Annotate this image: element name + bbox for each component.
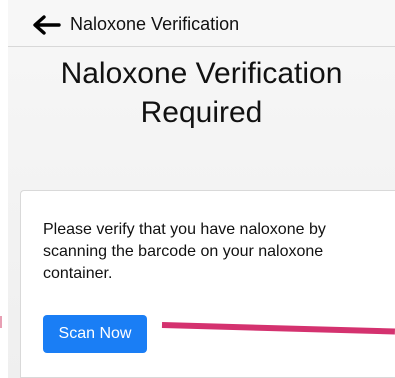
verification-message: Please verify that you have naloxone by … (43, 221, 326, 282)
annotation-edge-mark (0, 316, 2, 328)
verification-card: Please verify that you have naloxone by … (20, 190, 395, 378)
navigation-bar: Naloxone Verification (8, 0, 395, 47)
page-title: Naloxone Verification Required (60, 57, 343, 129)
nav-title: Naloxone Verification (70, 14, 240, 34)
scan-now-button[interactable]: Scan Now (43, 315, 147, 353)
arrow-left-icon[interactable] (31, 15, 61, 35)
app-screen: Naloxone Verification Naloxone Verificat… (8, 0, 395, 378)
